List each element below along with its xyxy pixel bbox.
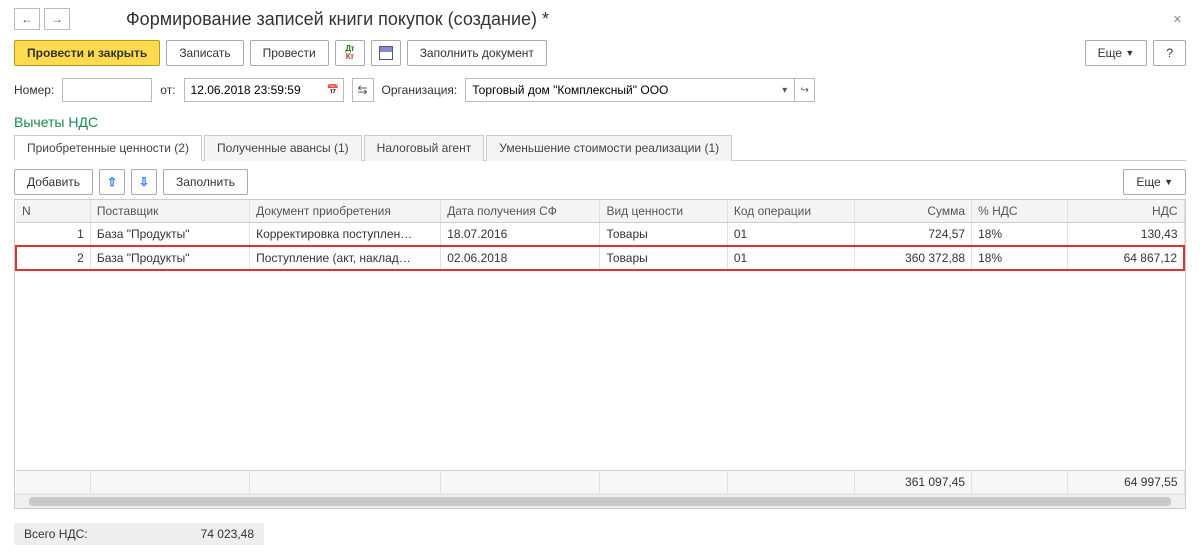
col-n[interactable]: N <box>16 200 90 223</box>
page-title: Формирование записей книги покупок (созд… <box>126 9 549 30</box>
dt-kt-button[interactable]: ДтКт <box>335 40 365 66</box>
tab-advances[interactable]: Полученные авансы (1) <box>204 135 362 161</box>
dropdown-icon[interactable]: ▾ <box>775 78 795 102</box>
number-label: Номер: <box>14 83 54 97</box>
tab-acquired[interactable]: Приобретенные ценности (2) <box>14 135 202 161</box>
close-icon[interactable]: ✕ <box>1169 11 1186 28</box>
footer-total-label: Всего НДС: <box>24 527 88 541</box>
horizontal-scrollbar[interactable] <box>15 494 1185 508</box>
nav-forward-button[interactable]: → <box>44 8 70 30</box>
open-ref-icon[interactable]: ↪ <box>795 78 815 102</box>
nav-back-button[interactable]: ← <box>14 8 40 30</box>
arrow-down-icon: ⇩ <box>139 175 149 189</box>
table-row[interactable]: 1 База "Продукты" Корректировка поступле… <box>16 223 1184 247</box>
org-label: Организация: <box>382 83 458 97</box>
add-row-button[interactable]: Добавить <box>14 169 93 195</box>
structure-button[interactable] <box>371 40 401 66</box>
structure-icon <box>379 46 393 60</box>
fill-document-button[interactable]: Заполнить документ <box>407 40 547 66</box>
move-up-button[interactable]: ⇧ <box>99 169 125 195</box>
col-op-code[interactable]: Код операции <box>727 200 854 223</box>
calendar-icon[interactable]: 📅 <box>324 78 344 102</box>
total-sum: 361 097,45 <box>855 470 972 493</box>
col-sf-date[interactable]: Дата получения СФ <box>441 200 600 223</box>
post-and-close-button[interactable]: Провести и закрыть <box>14 40 160 66</box>
col-vat[interactable]: НДС <box>1067 200 1184 223</box>
table-row[interactable]: 2 База "Продукты" Поступление (акт, накл… <box>16 246 1184 270</box>
section-title[interactable]: Вычеты НДС <box>14 114 98 130</box>
tab-realization[interactable]: Уменьшение стоимости реализации (1) <box>486 135 732 161</box>
chevron-down-icon: ▼ <box>1125 48 1134 58</box>
chevron-down-icon: ▼ <box>1164 177 1173 187</box>
dt-kt-icon: ДтКт <box>345 45 354 61</box>
date-input[interactable] <box>184 78 324 102</box>
table-header-row: N Поставщик Документ приобретения Дата п… <box>16 200 1184 223</box>
col-sum[interactable]: Сумма <box>855 200 972 223</box>
table-totals-row: 361 097,45 64 997,55 <box>16 470 1184 493</box>
help-button[interactable]: ? <box>1153 40 1186 66</box>
col-vat-pct[interactable]: % НДС <box>972 200 1068 223</box>
org-input[interactable] <box>465 78 775 102</box>
col-supplier[interactable]: Поставщик <box>90 200 249 223</box>
link-icon[interactable]: ⇆ <box>352 78 374 102</box>
grid-more-button[interactable]: Еще ▼ <box>1123 169 1186 195</box>
post-button[interactable]: Провести <box>250 40 329 66</box>
col-kind[interactable]: Вид ценности <box>600 200 727 223</box>
fill-rows-button[interactable]: Заполнить <box>163 169 248 195</box>
footer-total-value: 74 023,48 <box>201 527 254 541</box>
tab-tax-agent[interactable]: Налоговый агент <box>364 135 485 161</box>
total-vat: 64 997,55 <box>1067 470 1184 493</box>
arrow-up-icon: ⇧ <box>107 175 117 189</box>
col-doc[interactable]: Документ приобретения <box>250 200 441 223</box>
footer-total: Всего НДС: 74 023,48 <box>14 523 264 545</box>
save-button[interactable]: Записать <box>166 40 243 66</box>
from-label: от: <box>160 83 175 97</box>
more-button[interactable]: Еще ▼ <box>1085 40 1148 66</box>
move-down-button[interactable]: ⇩ <box>131 169 157 195</box>
number-input[interactable] <box>62 78 152 102</box>
